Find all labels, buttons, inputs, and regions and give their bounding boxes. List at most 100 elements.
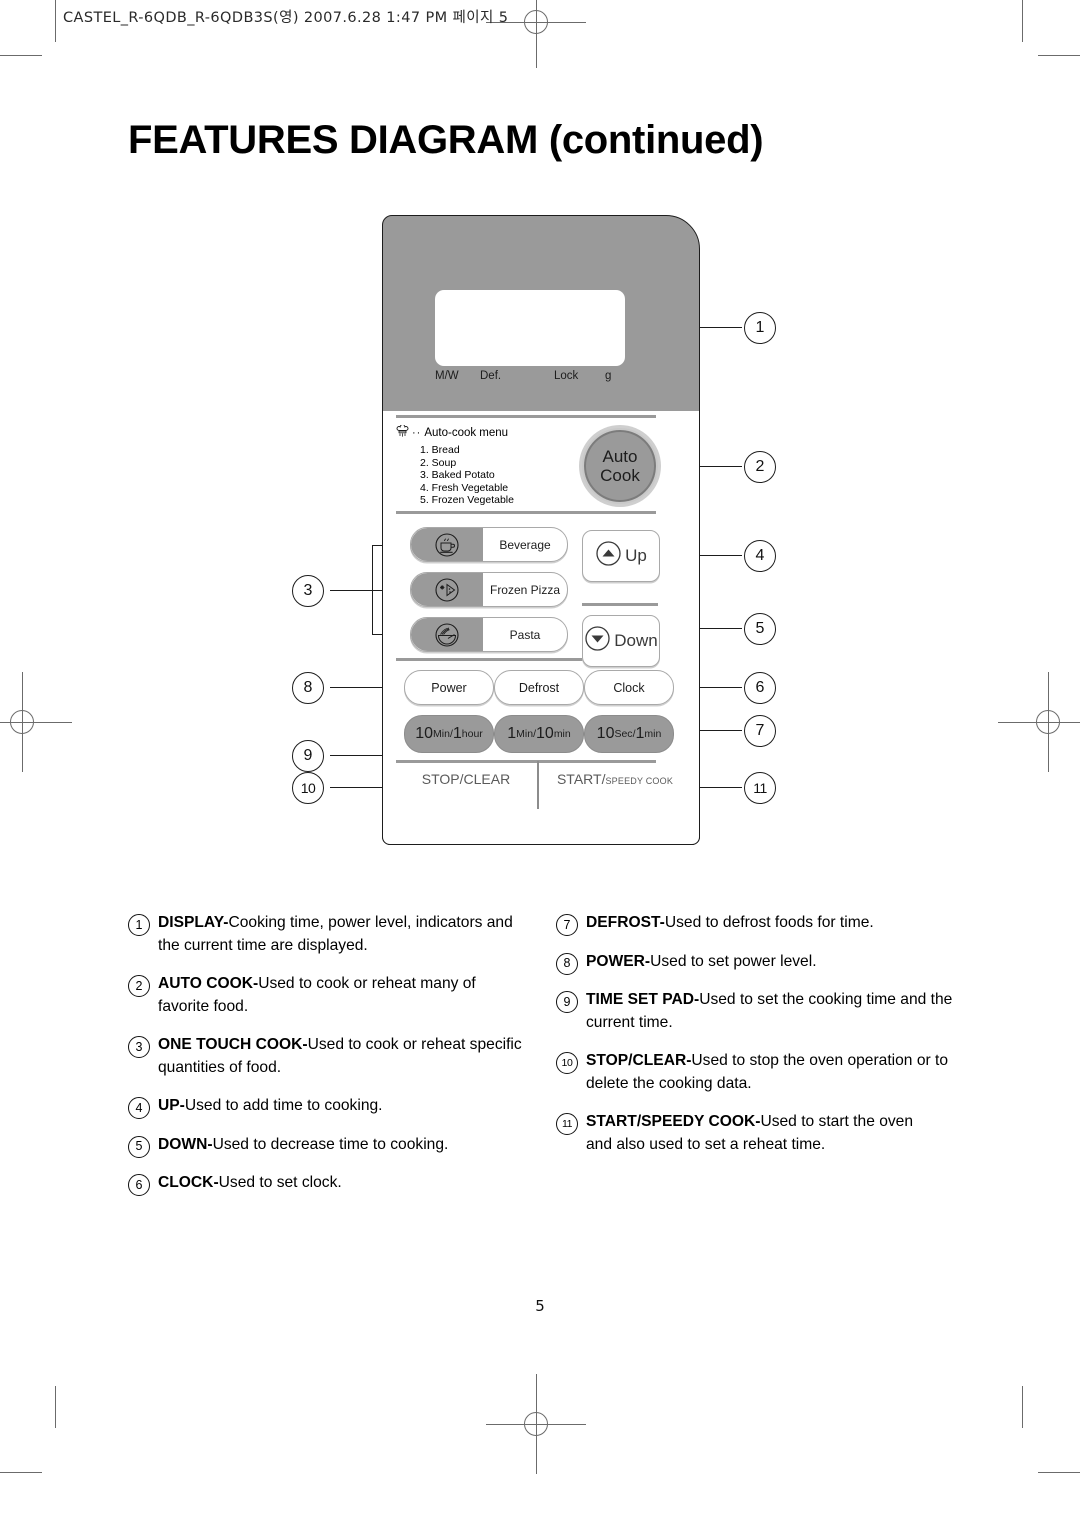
description-body-8: Used to set power level.: [650, 952, 817, 970]
time-pad-1-unit1: Min: [433, 728, 450, 740]
description-column-left: 1 DISPLAY-Cooking time, power level, ind…: [128, 912, 528, 1211]
reg-circle: [1036, 710, 1060, 734]
description-term-9: TIME SET PAD-: [586, 991, 700, 1008]
description-text-3: ONE TOUCH COOK-Used to cook or reheat sp…: [158, 1036, 522, 1076]
one-touch-button-beverage[interactable]: Beverage: [410, 527, 568, 562]
time-pad-1min-10min[interactable]: 1 Min / 10 min: [494, 715, 584, 753]
callout-3: 3: [292, 575, 324, 607]
auto-cook-menu-block: ·· Auto-cook menu 1. Bread 2. Soup 3. Ba…: [396, 424, 576, 507]
chevron-up-icon: [595, 540, 622, 572]
description-item-3: 3 ONE TOUCH COOK-Used to cook or reheat …: [128, 1034, 528, 1079]
time-pad-3-unit1: Sec: [614, 728, 633, 740]
crop-mark-bottom-left-vertical: [55, 1386, 56, 1428]
callout-1: 1: [744, 312, 776, 344]
description-item-8: 8 POWER-Used to set power level.: [556, 951, 956, 975]
description-term-8: POWER-: [586, 952, 651, 970]
time-pad-10min-1hour[interactable]: 10 Min / 1 hour: [404, 715, 494, 753]
description-term-7: DEFROST-: [586, 914, 665, 931]
registration-mark-bottom-center: [486, 1374, 586, 1474]
description-term-2: AUTO COOK-: [158, 975, 259, 992]
time-pad-3-unit2: min: [644, 728, 662, 740]
description-num-10: 10: [556, 1052, 578, 1074]
callout-4: 4: [744, 540, 776, 572]
lcd-indicator-row: M/W Def. Lock g: [435, 370, 645, 386]
menu-item-5: 5. Frozen Vegetable: [420, 494, 514, 507]
chef-hat-icon: [396, 424, 409, 441]
description-text-4: UP-Used to add time to cooking.: [158, 1097, 383, 1114]
description-term-6: CLOCK-: [158, 1174, 219, 1191]
description-text-2: AUTO COOK-Used to cook or reheat many of…: [158, 975, 476, 1015]
time-pad-3-big2: 1: [635, 725, 645, 742]
lcd-display: [435, 290, 625, 366]
one-touch-button-pasta[interactable]: Pasta: [410, 617, 568, 652]
down-button[interactable]: Down: [582, 615, 660, 667]
one-touch-label-frozen-pizza: Frozen Pizza: [489, 582, 561, 597]
down-button-label: Down: [614, 631, 658, 650]
print-slug: CASTEL_R-6QDB_R-6QDB3S(영) 2007.6.28 1:47…: [63, 10, 509, 26]
menu-dots: ··: [412, 427, 422, 439]
callout-7: 7: [744, 715, 776, 747]
up-button[interactable]: Up: [582, 530, 660, 582]
page-title: FEATURES DIAGRAM (continued): [128, 118, 764, 162]
description-column-right: 7 DEFROST-Used to defrost foods for time…: [556, 912, 956, 1172]
crop-mark-top-right-horizontal: [1038, 55, 1080, 56]
description-item-1: 1 DISPLAY-Cooking time, power level, ind…: [128, 912, 528, 957]
reg-circle: [524, 10, 548, 34]
description-text-8: POWER-Used to set power level.: [586, 953, 817, 970]
menu-heading-label: Auto-cook menu: [424, 427, 509, 439]
description-num-5: 5: [128, 1135, 150, 1158]
description-num-11: 11: [556, 1113, 578, 1135]
pasta-bowl-icon: [411, 618, 483, 651]
callout-2: 2: [744, 451, 776, 483]
cup-icon: [411, 528, 483, 561]
reg-circle: [10, 710, 34, 734]
clock-button[interactable]: Clock: [584, 670, 674, 705]
time-pad-2-unit1: Min: [516, 728, 534, 740]
crop-mark-top-left-horizontal: [0, 55, 42, 56]
description-term-10: STOP/CLEAR-: [586, 1052, 692, 1069]
indicator-mw: M/W: [435, 370, 459, 382]
menu-item-3: 3. Baked Potato: [420, 469, 495, 482]
auto-cook-menu-list: 1. Bread 2. Soup 3. Baked Potato 4. Fres…: [420, 444, 576, 507]
speedy-cook-label: SPEEDY COOK: [605, 776, 674, 786]
separator-above-start-row: [396, 760, 656, 763]
auto-cook-button-line1: Auto: [602, 447, 638, 466]
description-text-5: DOWN-Used to decrease time to cooking.: [158, 1136, 448, 1153]
crop-mark-top-right-vertical: [1022, 0, 1023, 42]
description-item-6: 6 CLOCK-Used to set clock.: [128, 1172, 528, 1196]
description-num-1: 1: [128, 914, 150, 936]
description-term-5: DOWN-: [158, 1135, 213, 1153]
one-touch-button-frozen-pizza[interactable]: Frozen Pizza: [410, 572, 568, 607]
time-pad-10sec-1min[interactable]: 10 Sec / 1 min: [584, 715, 674, 753]
description-body-4: Used to add time to cooking.: [184, 1097, 383, 1114]
description-term-4: UP-: [158, 1097, 185, 1114]
auto-cook-menu-heading: ·· Auto-cook menu: [396, 424, 576, 441]
description-item-10: 10 STOP/CLEAR-Used to stop the oven oper…: [556, 1050, 956, 1095]
start-label: START/: [556, 771, 606, 787]
defrost-button[interactable]: Defrost: [494, 670, 584, 705]
description-body-5: Used to decrease time to cooking.: [212, 1135, 449, 1153]
menu-item-2: 2. Soup: [420, 456, 457, 469]
description-term-11: START/SPEEDY COOK-: [586, 1113, 761, 1130]
menu-item-1: 1. Bread: [420, 444, 460, 456]
description-body-6: Used to set clock.: [218, 1174, 342, 1191]
description-text-7: DEFROST-Used to defrost foods for time.: [586, 914, 874, 931]
reg-circle: [524, 1412, 548, 1436]
description-term-3: ONE TOUCH COOK-: [158, 1036, 308, 1053]
separator-above-menu: [396, 415, 656, 418]
auto-cook-button[interactable]: Auto Cook: [582, 428, 658, 504]
time-pad-1-unit2: hour: [461, 728, 483, 740]
power-button[interactable]: Power: [404, 670, 494, 705]
callout-5: 5: [744, 613, 776, 645]
description-item-4: 4 UP-Used to add time to cooking.: [128, 1095, 528, 1119]
callout-8: 8: [292, 672, 324, 704]
registration-mark-right-middle: [998, 672, 1080, 772]
description-item-2: 2 AUTO COOK-Used to cook or reheat many …: [128, 973, 528, 1018]
description-num-9: 9: [556, 991, 578, 1013]
page-number: 5: [535, 1297, 545, 1315]
start-speedy-cook-button[interactable]: START/ SPEEDY COOK: [545, 771, 685, 787]
stop-clear-button[interactable]: STOP/CLEAR: [404, 771, 528, 787]
bottom-divider: [537, 761, 539, 809]
defrost-button-label: Defrost: [518, 680, 560, 695]
power-button-label: Power: [431, 680, 467, 695]
